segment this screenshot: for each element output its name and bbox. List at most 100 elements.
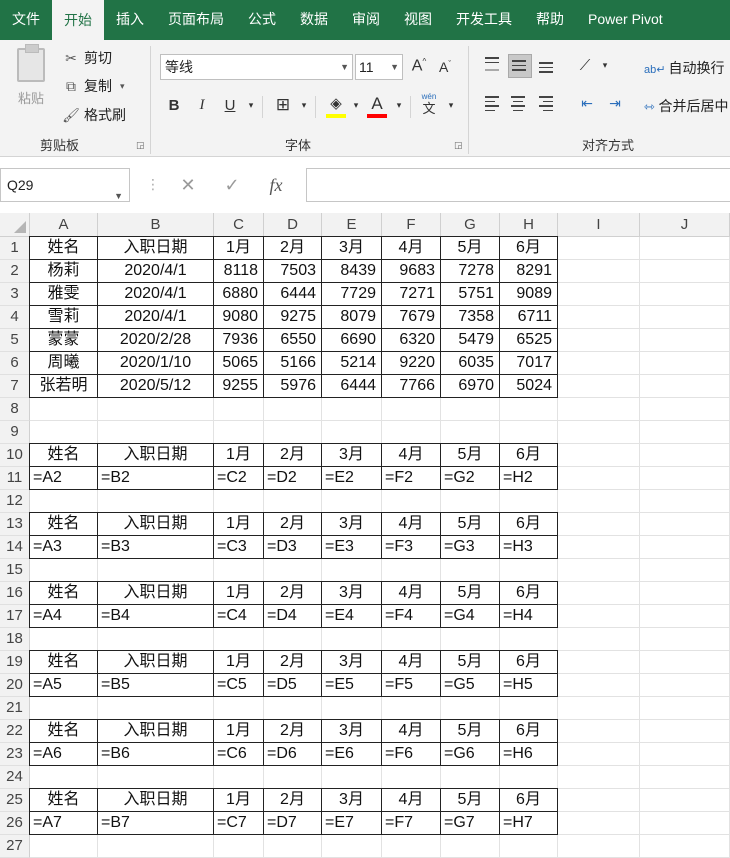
cell-I19[interactable] [558,651,640,674]
row-header-21[interactable]: 21 [0,697,30,720]
cell-E12[interactable] [322,490,382,513]
dialog-launcher-icon[interactable]: ◲ [136,140,145,151]
cell-B23[interactable]: =B6 [97,742,214,766]
cell-B26[interactable]: =B7 [97,811,214,835]
cell-E18[interactable] [322,628,382,651]
cell-C26[interactable]: =C7 [213,811,264,835]
cell-E13[interactable]: 3月 [321,512,382,536]
cell-H20[interactable]: =H5 [499,673,558,697]
cell-G27[interactable] [441,835,500,858]
cell-G4[interactable]: 7358 [440,305,500,329]
cell-D2[interactable]: 7503 [263,259,322,283]
cell-H1[interactable]: 6月 [499,236,558,260]
cell-B21[interactable] [98,697,214,720]
row-header-17[interactable]: 17 [0,605,30,628]
cell-C8[interactable] [214,398,264,421]
cell-A19[interactable]: 姓名 [29,650,98,674]
row-header-26[interactable]: 26 [0,812,30,835]
align-right-button[interactable] [536,93,560,117]
cell-I14[interactable] [558,536,640,559]
cell-G7[interactable]: 6970 [440,374,500,398]
cell-A16[interactable]: 姓名 [29,581,98,605]
align-left-button[interactable] [482,93,506,117]
cell-I16[interactable] [558,582,640,605]
shrink-font-button[interactable]: Aˇ [434,59,456,75]
cell-J22[interactable] [640,720,730,743]
cell-D6[interactable]: 5166 [263,351,322,375]
cell-G14[interactable]: =G3 [440,535,500,559]
cell-G21[interactable] [441,697,500,720]
font-color-button[interactable]: A [366,94,388,114]
cell-F23[interactable]: =F6 [381,742,441,766]
row-header-1[interactable]: 1 [0,237,30,260]
cell-F21[interactable] [382,697,441,720]
cell-E4[interactable]: 8079 [321,305,382,329]
cell-B3[interactable]: 2020/4/1 [97,282,214,306]
cell-A24[interactable] [30,766,98,789]
bold-button[interactable]: B [163,97,185,114]
cell-I6[interactable] [558,352,640,375]
cell-C14[interactable]: =C3 [213,535,264,559]
cell-G1[interactable]: 5月 [440,236,500,260]
cell-F5[interactable]: 6320 [381,328,441,352]
tab-8[interactable]: 开发工具 [444,0,524,38]
column-header-C[interactable]: C [214,213,264,237]
cell-D26[interactable]: =D7 [263,811,322,835]
phonetic-icon[interactable]: wén 文 [418,93,440,117]
cell-J21[interactable] [640,697,730,720]
cell-G24[interactable] [441,766,500,789]
cell-C17[interactable]: =C4 [213,604,264,628]
row-header-12[interactable]: 12 [0,490,30,513]
cell-J15[interactable] [640,559,730,582]
cell-B14[interactable]: =B3 [97,535,214,559]
cell-I24[interactable] [558,766,640,789]
cell-I3[interactable] [558,283,640,306]
cell-D8[interactable] [264,398,322,421]
cell-E11[interactable]: =E2 [321,466,382,490]
cell-I9[interactable] [558,421,640,444]
cell-I11[interactable] [558,467,640,490]
cell-H10[interactable]: 6月 [499,443,558,467]
cell-C9[interactable] [214,421,264,444]
font-name-select[interactable]: 等线 ▼ [160,54,353,80]
align-center-button[interactable] [508,93,532,117]
cell-C1[interactable]: 1月 [213,236,264,260]
tab-7[interactable]: 视图 [392,0,444,38]
decrease-indent-icon[interactable]: ⇤ [576,95,598,112]
orientation-icon[interactable]: ⟋ [574,57,596,74]
cell-H24[interactable] [500,766,558,789]
cell-G16[interactable]: 5月 [440,581,500,605]
select-all-corner[interactable] [0,213,30,237]
column-header-D[interactable]: D [264,213,322,237]
row-header-10[interactable]: 10 [0,444,30,467]
cell-E2[interactable]: 8439 [321,259,382,283]
cell-C16[interactable]: 1月 [213,581,264,605]
cell-J13[interactable] [640,513,730,536]
cell-C2[interactable]: 8118 [213,259,264,283]
cell-D23[interactable]: =D6 [263,742,322,766]
cell-A15[interactable] [30,559,98,582]
cell-D27[interactable] [264,835,322,858]
cell-H8[interactable] [500,398,558,421]
cell-A21[interactable] [30,697,98,720]
cell-J11[interactable] [640,467,730,490]
cell-H26[interactable]: =H7 [499,811,558,835]
cell-A18[interactable] [30,628,98,651]
cell-H6[interactable]: 7017 [499,351,558,375]
cell-C4[interactable]: 9080 [213,305,264,329]
cell-G25[interactable]: 5月 [440,788,500,812]
cell-F18[interactable] [382,628,441,651]
cell-F14[interactable]: =F3 [381,535,441,559]
row-header-3[interactable]: 3 [0,283,30,306]
cell-J7[interactable] [640,375,730,398]
cell-H15[interactable] [500,559,558,582]
cell-G26[interactable]: =G7 [440,811,500,835]
cell-H9[interactable] [500,421,558,444]
cell-F16[interactable]: 4月 [381,581,441,605]
tab-6[interactable]: 审阅 [340,0,392,38]
row-header-9[interactable]: 9 [0,421,30,444]
cell-D1[interactable]: 2月 [263,236,322,260]
cell-A3[interactable]: 雅雯 [29,282,98,306]
tab-3[interactable]: 页面布局 [156,0,236,38]
cell-D16[interactable]: 2月 [263,581,322,605]
